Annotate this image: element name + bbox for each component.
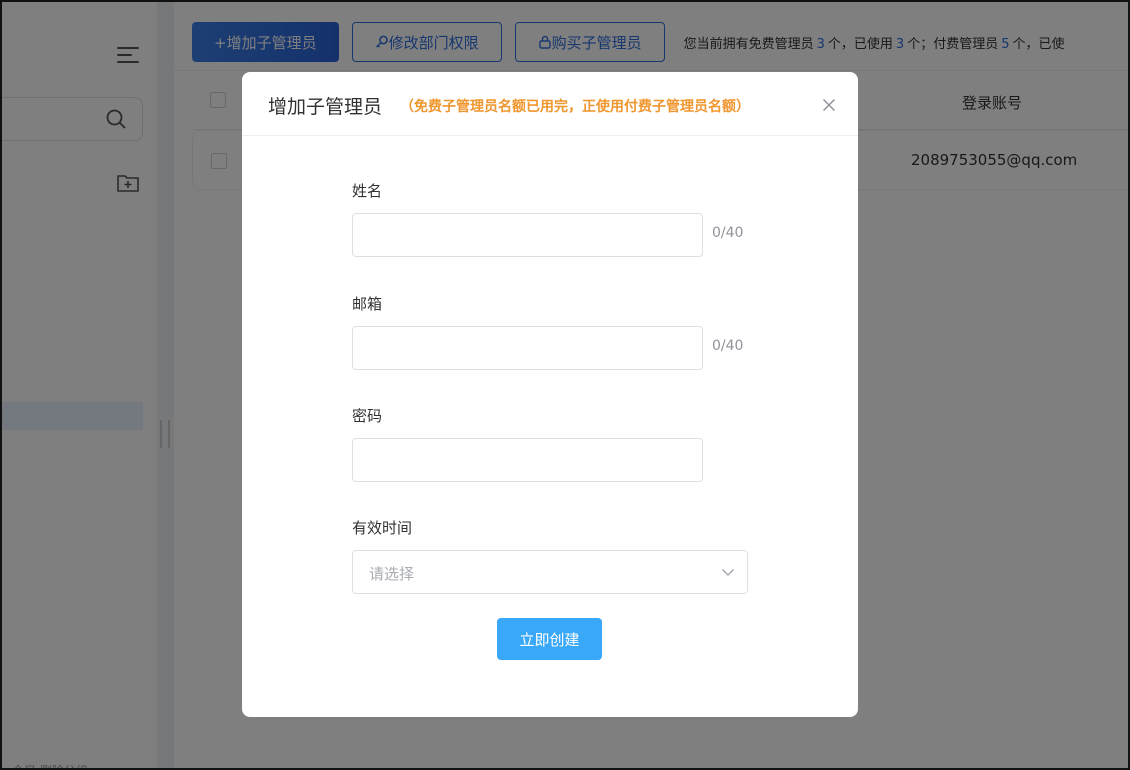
name-label: 姓名 — [352, 182, 383, 200]
dialog-title: 增加子管理员 — [268, 96, 383, 118]
password-label: 密码 — [352, 407, 383, 425]
app-window: 全见 删除分组 +增加子管理员 修改部门权限 购买子管理员 您当前拥有免费管理员… — [0, 0, 1130, 770]
validity-label: 有效时间 — [352, 519, 413, 537]
email-char-counter: 0/40 — [712, 338, 744, 354]
email-input[interactable] — [352, 326, 703, 370]
password-input[interactable] — [352, 438, 703, 482]
dialog-header: 增加子管理员 （免费子管理员名额已用完，正使用付费子管理员名额） — [242, 72, 858, 136]
chevron-down-icon — [721, 568, 735, 577]
name-input[interactable] — [352, 213, 703, 257]
validity-placeholder: 请选择 — [369, 565, 415, 583]
add-sub-admin-dialog: 增加子管理员 （免费子管理员名额已用完，正使用付费子管理员名额） 姓名 0/40… — [242, 72, 858, 717]
create-now-button[interactable]: 立即创建 — [497, 618, 602, 660]
close-icon[interactable] — [822, 98, 836, 112]
dialog-quota-note: （免费子管理员名额已用完，正使用付费子管理员名额） — [400, 99, 750, 115]
name-char-counter: 0/40 — [712, 225, 744, 241]
validity-select[interactable]: 请选择 — [352, 550, 748, 594]
email-label: 邮箱 — [352, 295, 383, 313]
